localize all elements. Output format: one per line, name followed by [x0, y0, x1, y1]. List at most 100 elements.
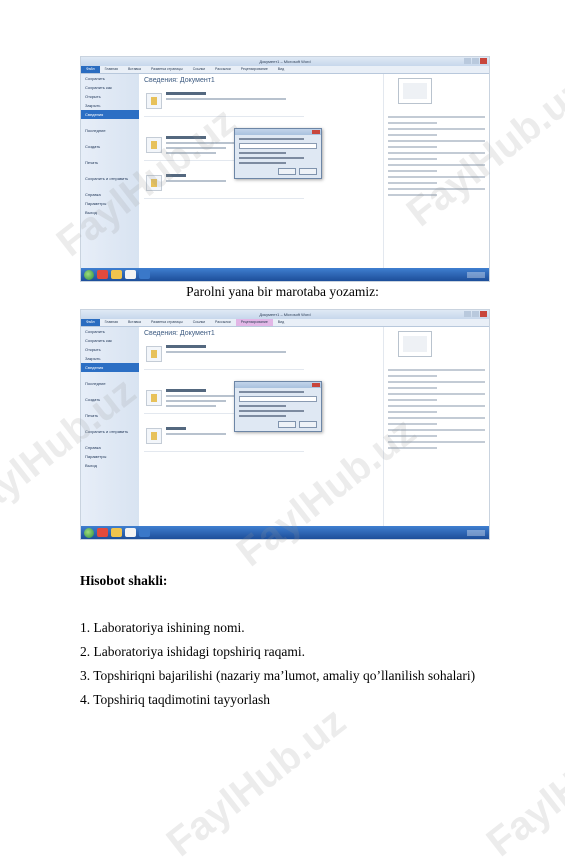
folder-icon [111, 270, 122, 279]
document-thumbnail [398, 331, 432, 357]
ok-button [278, 168, 296, 175]
tray-clock [467, 529, 485, 536]
tab-insert: Вставка [127, 67, 141, 71]
tab-file: Файл [81, 319, 100, 326]
report-heading: Hisobot shakli: [80, 573, 168, 588]
sidebar-item: Печать [85, 413, 99, 418]
sidebar-item: Последние [85, 381, 106, 386]
tray-clock [467, 271, 485, 278]
ribbon-tabs: Файл Главная Вставка Разметка страницы С… [81, 66, 489, 74]
report-list: 1. Laboratoriya ishining nomi. 2. Labora… [80, 616, 475, 712]
taskbar [81, 268, 489, 281]
window-title: Документ1 – Microsoft Word [259, 312, 311, 317]
screenshot-word-encrypt: Документ1 – Microsoft Word Файл Главная … [80, 56, 490, 282]
tab-layout: Разметка страницы [150, 67, 183, 71]
app-icon [125, 528, 136, 537]
sidebar-item: Выход [85, 210, 97, 215]
tab-file: Файл [81, 66, 100, 73]
window-controls [464, 58, 487, 64]
screenshot-word-confirm: Документ1 – Microsoft Word Файл Главная … [80, 309, 490, 540]
list-item: 2. Laboratoriya ishidagi topshiriq raqam… [80, 644, 305, 659]
confirm-password-dialog [234, 381, 322, 432]
dialog-titlebar [235, 129, 321, 135]
encrypt-dialog [234, 128, 322, 179]
sidebar-item: Сохранить [85, 329, 105, 334]
window-titlebar: Документ1 – Microsoft Word [81, 57, 489, 66]
sidebar-item: Справка [85, 445, 101, 450]
watermark: FaylHub.uz [478, 699, 565, 866]
password-field [239, 396, 317, 402]
list-item: 1. Laboratoriya ishining nomi. [80, 620, 245, 635]
tab-review: Рецензирование [235, 319, 273, 326]
start-icon [84, 527, 94, 538]
backstage-main: Сведения: Документ1 [139, 74, 489, 268]
word-icon [139, 270, 150, 279]
dialog-titlebar [235, 382, 321, 388]
sidebar-item: Сохранить [85, 76, 105, 81]
sidebar-item: Параметры [85, 454, 107, 459]
permissions-block [144, 90, 304, 117]
tab-view: Вид [277, 67, 285, 71]
start-icon [84, 269, 94, 280]
list-item: 3. Topshiriqni bajarilishi (nazariy ma’l… [80, 668, 476, 683]
window-controls [464, 311, 487, 317]
sidebar-item: Сохранить и отправить [85, 429, 129, 434]
taskbar [81, 526, 489, 539]
tab-references: Ссылки [192, 67, 206, 71]
close-icon [312, 383, 320, 387]
sidebar-item: Последние [85, 128, 106, 133]
word-icon [139, 528, 150, 537]
tab-mailings: Рассылки [215, 320, 231, 324]
password-field [239, 143, 317, 149]
permissions-icon [146, 346, 162, 362]
watermark: FaylHub.uz [158, 699, 354, 866]
cancel-button [299, 421, 317, 428]
sidebar-item: Сохранить и отправить [85, 176, 129, 181]
app-icon [97, 528, 108, 537]
document-thumbnail [398, 78, 432, 104]
ribbon-tabs: Файл Главная Вставка Разметка страницы С… [81, 319, 489, 327]
tab-mailings: Рассылки [215, 67, 231, 71]
caption: Parolni yana bir marotaba yozamiz: [186, 284, 379, 299]
folder-icon [111, 528, 122, 537]
tab-home: Главная [104, 320, 118, 324]
sidebar-item-active: Сведения [81, 363, 139, 372]
tab-references: Ссылки [192, 320, 206, 324]
sidebar-item: Открыть [85, 347, 101, 352]
properties-pane [383, 327, 489, 526]
sidebar-item: Создать [85, 144, 101, 149]
inspect-icon [146, 390, 162, 406]
sidebar-item: Выход [85, 463, 97, 468]
page-title: Сведения: Документ1 [144, 77, 215, 84]
sidebar-item: Закрыть [85, 103, 101, 108]
backstage-sidebar: Сохранить Сохранить как Открыть Закрыть … [81, 327, 139, 526]
window-title: Документ1 – Microsoft Word [259, 59, 311, 64]
properties-pane [383, 74, 489, 268]
sidebar-item: Справка [85, 192, 101, 197]
sidebar-item: Закрыть [85, 356, 101, 361]
permissions-icon [146, 93, 162, 109]
backstage-main: Сведения: Документ1 [139, 327, 489, 526]
tab-view: Вид [277, 320, 285, 324]
page-title: Сведения: Документ1 [144, 330, 215, 337]
versions-icon [146, 175, 162, 191]
sidebar-item: Сохранить как [85, 338, 112, 343]
permissions-block [144, 343, 304, 370]
app-icon [125, 270, 136, 279]
tab-layout: Разметка страницы [150, 320, 183, 324]
app-icon [97, 270, 108, 279]
cancel-button [299, 168, 317, 175]
versions-icon [146, 428, 162, 444]
sidebar-item-active: Сведения [81, 110, 139, 119]
tab-review: Рецензирование [240, 67, 268, 71]
tab-home: Главная [104, 67, 118, 71]
window-titlebar: Документ1 – Microsoft Word [81, 310, 489, 319]
close-icon [312, 130, 320, 134]
inspect-icon [146, 137, 162, 153]
sidebar-item: Параметры [85, 201, 107, 206]
sidebar-item: Сохранить как [85, 85, 112, 90]
list-item: 4. Topshiriq taqdimotini tayyorlash [80, 692, 271, 707]
sidebar-item: Открыть [85, 94, 101, 99]
ok-button [278, 421, 296, 428]
sidebar-item: Создать [85, 397, 101, 402]
